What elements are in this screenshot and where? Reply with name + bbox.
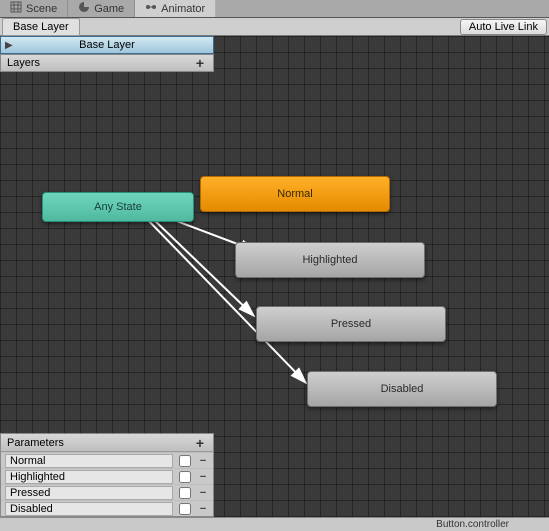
- remove-param-button[interactable]: −: [197, 487, 209, 499]
- tab-animator-label: Animator: [161, 3, 205, 15]
- layers-label: Layers: [7, 57, 40, 69]
- controller-filename: Button.controller: [436, 519, 509, 530]
- grid-icon: [10, 1, 22, 16]
- remove-param-button[interactable]: −: [197, 503, 209, 515]
- param-name-field[interactable]: Disabled: [5, 502, 173, 516]
- param-checkbox[interactable]: [179, 455, 191, 467]
- param-name-field[interactable]: Normal: [5, 454, 173, 468]
- node-disabled-label: Disabled: [381, 383, 424, 395]
- remove-param-button[interactable]: −: [197, 471, 209, 483]
- top-tabs: Scene Game Animator: [0, 0, 549, 18]
- add-parameter-button[interactable]: +: [193, 436, 207, 450]
- node-disabled[interactable]: Disabled: [307, 371, 497, 407]
- breadcrumb-base-layer[interactable]: Base Layer: [2, 18, 80, 36]
- param-checkbox[interactable]: [179, 487, 191, 499]
- node-highlighted[interactable]: Highlighted: [235, 242, 425, 278]
- parameters-panel: Parameters + Normal − Highlighted − Pres…: [0, 433, 214, 517]
- param-name-field[interactable]: Pressed: [5, 486, 173, 500]
- node-any-state[interactable]: Any State: [42, 192, 194, 222]
- node-pressed[interactable]: Pressed: [256, 306, 446, 342]
- tab-game-label: Game: [94, 3, 124, 15]
- tab-scene[interactable]: Scene: [0, 0, 68, 17]
- param-checkbox[interactable]: [179, 503, 191, 515]
- param-row: Pressed −: [1, 484, 213, 500]
- layers-panel-header: Layers +: [0, 54, 214, 72]
- sub-row: Base Layer Auto Live Link: [0, 18, 549, 36]
- param-row: Normal −: [1, 452, 213, 468]
- graph-canvas[interactable]: ▶ Base Layer Layers + Any State Normal H…: [0, 36, 549, 517]
- node-normal[interactable]: Normal: [200, 176, 390, 212]
- add-layer-button[interactable]: +: [193, 56, 207, 70]
- node-pressed-label: Pressed: [331, 318, 371, 330]
- play-triangle-icon: ▶: [5, 40, 13, 51]
- pacman-icon: [78, 1, 90, 16]
- node-highlighted-label: Highlighted: [302, 254, 357, 266]
- node-normal-label: Normal: [277, 188, 312, 200]
- param-checkbox[interactable]: [179, 471, 191, 483]
- tab-scene-label: Scene: [26, 3, 57, 15]
- param-row: Highlighted −: [1, 468, 213, 484]
- param-name-field[interactable]: Highlighted: [5, 470, 173, 484]
- tab-animator[interactable]: Animator: [135, 0, 216, 17]
- layer-selector[interactable]: ▶ Base Layer: [0, 36, 214, 54]
- auto-live-link-button[interactable]: Auto Live Link: [460, 19, 547, 35]
- parameters-label: Parameters: [7, 437, 64, 449]
- animator-icon: [145, 1, 157, 16]
- tab-game[interactable]: Game: [68, 0, 135, 17]
- status-bar: Button.controller: [0, 517, 549, 531]
- remove-param-button[interactable]: −: [197, 455, 209, 467]
- param-row: Disabled −: [1, 500, 213, 516]
- layer-selector-label: Base Layer: [79, 39, 135, 51]
- node-any-state-label: Any State: [94, 201, 142, 213]
- parameters-header: Parameters +: [1, 434, 213, 452]
